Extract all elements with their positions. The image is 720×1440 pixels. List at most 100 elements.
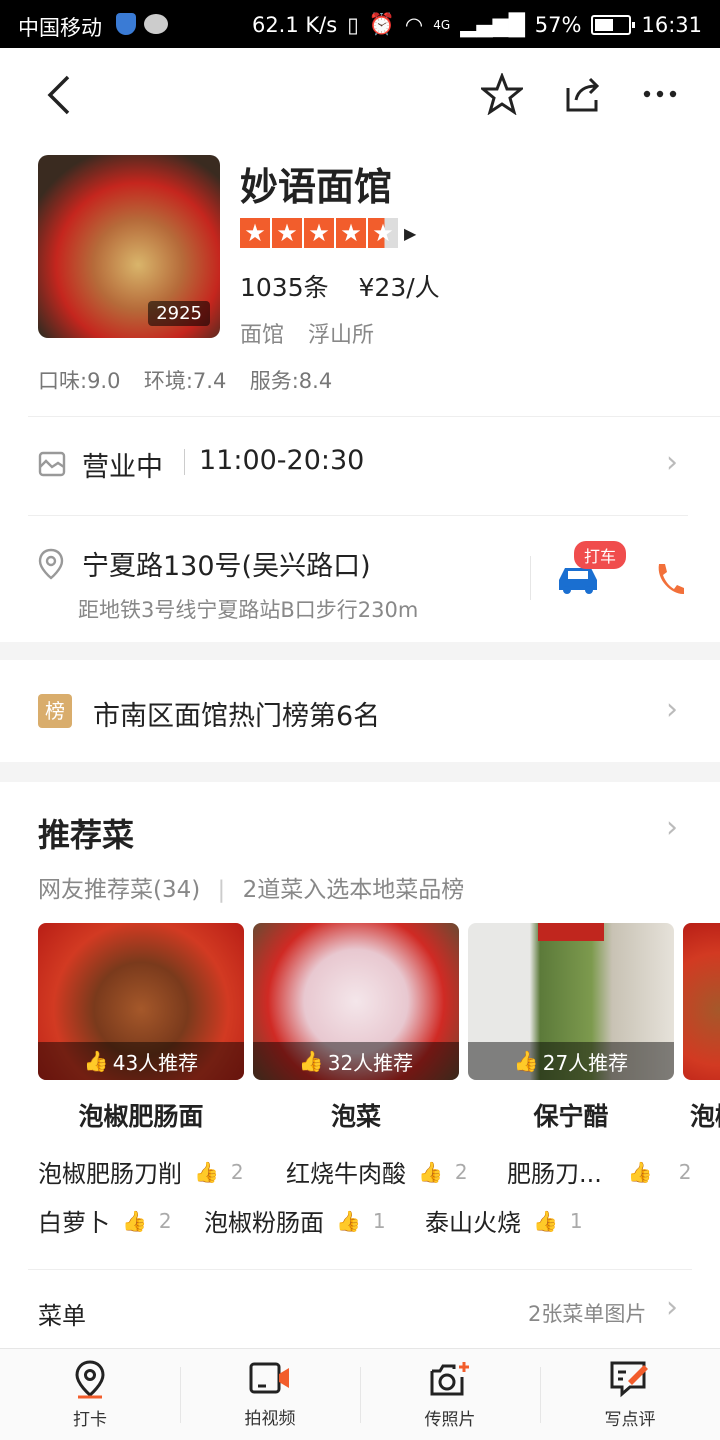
menu-row[interactable]: 菜单 2张菜单图片 › xyxy=(0,1270,720,1348)
dish-card[interactable]: 👍 32人推荐 xyxy=(253,923,459,1080)
taxi-badge: 打车 xyxy=(574,541,627,569)
more-button[interactable] xyxy=(636,70,684,118)
transit-info: 距地铁3号线宁夏路站B口步行230m xyxy=(78,598,419,622)
video-icon xyxy=(249,1362,289,1394)
camera-add-icon xyxy=(430,1362,469,1396)
dish-recommend-overlay: 👍 27人推荐 xyxy=(468,1042,674,1080)
battery-percent: 57% xyxy=(534,12,582,37)
photo-count: 2925 xyxy=(148,301,210,326)
star-icon xyxy=(481,73,523,115)
thumbs-up-icon: 👍 xyxy=(513,1049,539,1073)
mini-dish-count: 2 xyxy=(230,1159,244,1184)
dish-name: 泡菜 xyxy=(330,1102,381,1131)
thumbs-up-icon: 👍 xyxy=(533,1208,558,1233)
thumbs-up-icon: 👍 xyxy=(298,1049,324,1073)
tab-record-video[interactable]: 拍视频 xyxy=(180,1349,360,1440)
share-button[interactable] xyxy=(558,70,606,118)
tab-upload-photo[interactable]: 传照片 xyxy=(360,1349,540,1440)
service-score: 服务:8.4 xyxy=(249,369,333,393)
mini-dish-item[interactable]: 泡椒粉肠面 👍 1 xyxy=(204,1203,386,1238)
recommend-subtitle: 网友推荐菜(34) | 2道菜入选本地菜品榜 xyxy=(38,870,464,904)
tab-write-review[interactable]: 写点评 xyxy=(540,1349,720,1440)
carrier-label: 中国移动 xyxy=(18,16,102,40)
separator xyxy=(530,556,531,600)
thumbs-up-icon: 👍 xyxy=(122,1208,147,1233)
dish-name: 泡椒 xyxy=(690,1102,720,1131)
back-arrow-icon xyxy=(47,75,70,115)
location-pin-icon xyxy=(75,1360,105,1399)
ranking-row[interactable]: 榜 市南区面馆热门榜第6名 › xyxy=(0,660,720,762)
section-gap xyxy=(0,762,720,782)
tab-label: 写点评 xyxy=(604,1410,656,1430)
mini-dish-item[interactable]: 白萝卜 👍 2 xyxy=(38,1203,172,1238)
mini-dish-count: 2 xyxy=(158,1208,172,1233)
star-full-icon: ★ xyxy=(240,218,270,248)
review-price-line: 1035条 ¥23/人 xyxy=(240,268,440,304)
environment-score: 环境:7.4 xyxy=(143,369,227,393)
mini-dish-count: 1 xyxy=(569,1208,583,1233)
dish-card[interactable] xyxy=(683,923,720,1080)
score-breakdown: 口味:9.0 环境:7.4 服务:8.4 xyxy=(38,365,332,395)
nav-bar xyxy=(0,48,720,148)
dish-card[interactable]: 👍 43人推荐 xyxy=(38,923,244,1080)
status-bar: 中国移动 62.1 K/s ▯ ⏰ ◠ 4G ▂▄▆█ 57% 16:31 xyxy=(0,0,720,48)
area-tag: 浮山所 xyxy=(308,323,375,348)
recommend-local-rank[interactable]: 2道菜入选本地菜品榜 xyxy=(243,877,465,903)
chevron-right-icon: › xyxy=(666,1290,678,1325)
separator: | xyxy=(217,877,226,903)
street-address: 宁夏路130号(吴兴路口) xyxy=(82,551,371,582)
mini-dish-item[interactable]: 红烧牛肉酸 👍 2 xyxy=(286,1154,468,1189)
thumbs-up-icon: 👍 xyxy=(194,1159,219,1184)
star-half-icon: ★ xyxy=(368,218,398,248)
network-speed: 62.1 K/s xyxy=(251,12,338,37)
business-status: 营业中 xyxy=(82,452,163,483)
status-right: 62.1 K/s ▯ ⏰ ◠ 4G ▂▄▆█ 57% 16:31 xyxy=(252,12,702,37)
call-button[interactable] xyxy=(646,556,692,602)
battery-icon xyxy=(591,14,636,35)
star-full-icon: ★ xyxy=(304,218,334,248)
review-count[interactable]: 1035条 xyxy=(240,273,329,302)
share-icon xyxy=(566,77,600,112)
avg-price: ¥23/人 xyxy=(358,273,440,302)
mini-dish-item[interactable]: 泡椒肥肠刀削 👍 2 xyxy=(38,1154,244,1189)
favorite-button[interactable] xyxy=(478,70,526,118)
more-dots-icon xyxy=(643,90,677,98)
tab-label: 传照片 xyxy=(424,1410,476,1430)
dish-name: 保宁醋 xyxy=(533,1102,609,1131)
star-full-icon: ★ xyxy=(272,218,302,248)
wifi-icon: ◠ xyxy=(404,12,424,37)
address-row[interactable]: 宁夏路130号(吴兴路口) 距地铁3号线宁夏路站B口步行230m xyxy=(0,516,530,642)
mini-dish-name: 泡椒粉肠面 xyxy=(204,1209,324,1237)
dish-recommend-overlay: 👍 43人推荐 xyxy=(38,1042,244,1080)
tab-check-in[interactable]: 打卡 xyxy=(0,1349,180,1440)
wechat-icon xyxy=(144,14,168,34)
mini-dish-name: 白萝卜 xyxy=(38,1209,110,1237)
category-tag: 面馆 xyxy=(240,323,285,348)
shop-tags: 面馆 浮山所 xyxy=(240,317,374,349)
recommend-more-chevron-icon[interactable]: › xyxy=(666,810,678,845)
star-full-icon: ★ xyxy=(336,218,366,248)
rating-stars[interactable]: ★ ★ ★ ★ ★ ▶ xyxy=(240,218,416,248)
business-hours-row[interactable]: 营业中 11:00-20:30 › xyxy=(0,417,720,515)
menu-detail: 2张菜单图片 xyxy=(528,1302,647,1326)
dish-recommend-count: 43人推荐 xyxy=(112,1050,199,1075)
signal-icon: ▂▄▆█ xyxy=(460,12,525,37)
taste-score: 口味:9.0 xyxy=(38,369,121,393)
network-type: 4G xyxy=(433,17,451,32)
thumbs-up-icon: 👍 xyxy=(336,1208,361,1233)
mini-dish-name: 泡椒肥肠刀削 xyxy=(38,1160,182,1188)
business-hours: 11:00-20:30 xyxy=(199,445,365,476)
mini-dish-name: 肥肠刀... xyxy=(507,1160,602,1188)
recommend-count[interactable]: 网友推荐菜(34) xyxy=(38,877,200,903)
shop-name: 妙语面馆 xyxy=(240,165,393,209)
triangle-right-icon: ▶ xyxy=(404,223,417,243)
shop-cover-photo[interactable]: 2925 xyxy=(38,155,220,338)
mini-dish-item[interactable]: 泰山火烧 👍 1 xyxy=(425,1203,583,1238)
mini-dish-item[interactable]: 肥肠刀... 👍 2 xyxy=(507,1154,692,1189)
mini-dish-count: 1 xyxy=(372,1208,386,1233)
dish-card[interactable]: 👍 27人推荐 xyxy=(468,923,674,1080)
chevron-right-icon: › xyxy=(666,692,678,727)
back-button[interactable] xyxy=(34,68,84,122)
vibrate-icon: ▯ xyxy=(347,12,359,37)
security-shield-icon xyxy=(116,13,136,35)
